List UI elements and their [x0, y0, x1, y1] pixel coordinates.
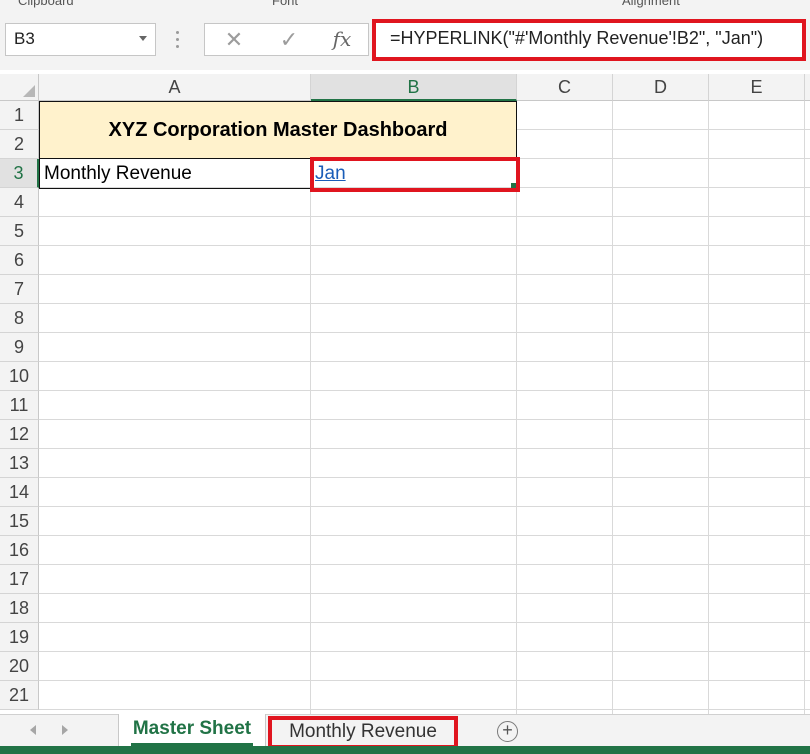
row-header-7[interactable]: 7	[0, 275, 39, 304]
gridline	[39, 448, 810, 449]
row-header-2[interactable]: 2	[0, 130, 39, 159]
formula-buttons: ✕ ✓ fx	[204, 23, 369, 56]
row-header-4[interactable]: 4	[0, 188, 39, 217]
column-header-e[interactable]: E	[709, 74, 805, 101]
row-header-20[interactable]: 20	[0, 652, 39, 681]
gridline	[39, 564, 810, 565]
cancel-icon[interactable]: ✕	[214, 24, 254, 55]
name-box[interactable]: B3	[5, 23, 156, 56]
gridline	[39, 622, 810, 623]
row-header-17[interactable]: 17	[0, 565, 39, 594]
ribbon-group-labels: Clipboard Font Alignment	[0, 0, 810, 12]
cell-a3[interactable]: Monthly Revenue	[39, 159, 311, 189]
sheet-tab-bar: Master Sheet Monthly Revenue +	[0, 714, 810, 749]
column-header-b[interactable]: B	[311, 74, 517, 101]
ribbon-group-clipboard: Clipboard	[18, 0, 74, 8]
gridline	[39, 709, 810, 710]
row-header-19[interactable]: 19	[0, 623, 39, 652]
gridline	[39, 651, 810, 652]
formula-input[interactable]: =HYPERLINK("#'Monthly Revenue'!B2", "Jan…	[372, 19, 806, 61]
formula-text: =HYPERLINK("#'Monthly Revenue'!B2", "Jan…	[390, 28, 764, 48]
column-header-d[interactable]: D	[613, 74, 709, 101]
cell-b3-selected[interactable]: Jan	[310, 157, 520, 192]
column-header-a[interactable]: A	[39, 74, 311, 101]
gridline	[39, 419, 810, 420]
scroll-left-icon[interactable]	[30, 725, 36, 735]
gridline	[39, 680, 810, 681]
worksheet-grid[interactable]: A B C D E 1 2 3 4 5 6 7 8 9 10 11 12 13 …	[0, 70, 810, 714]
enter-icon[interactable]: ✓	[269, 24, 309, 55]
row-header-21[interactable]: 21	[0, 681, 39, 710]
tab-master-sheet[interactable]: Master Sheet	[118, 714, 266, 747]
select-all-icon[interactable]	[0, 74, 39, 101]
tab-monthly-revenue[interactable]: Monthly Revenue	[268, 716, 458, 749]
row-header-11[interactable]: 11	[0, 391, 39, 420]
hyperlink-jan[interactable]: Jan	[315, 163, 346, 185]
ribbon-group-alignment: Alignment	[622, 0, 680, 8]
gridline	[39, 216, 810, 217]
row-header-14[interactable]: 14	[0, 478, 39, 507]
gridline	[39, 390, 810, 391]
column-header-f[interactable]	[805, 74, 810, 101]
row-header-3[interactable]: 3	[0, 159, 39, 188]
gridline	[39, 593, 810, 594]
row-header-13[interactable]: 13	[0, 449, 39, 478]
gridline	[39, 477, 810, 478]
row-header-6[interactable]: 6	[0, 246, 39, 275]
gridline	[39, 361, 810, 362]
dropdown-caret-icon[interactable]	[139, 36, 147, 41]
row-header-15[interactable]: 15	[0, 507, 39, 536]
gridline	[39, 332, 810, 333]
resize-handle[interactable]	[176, 31, 179, 48]
tab-master-sheet-label: Master Sheet	[132, 718, 252, 739]
ribbon-group-font: Font	[272, 0, 299, 8]
add-sheet-icon[interactable]: +	[497, 721, 518, 742]
gridline	[39, 506, 810, 507]
row-header-18[interactable]: 18	[0, 594, 39, 623]
dashboard-title-cell[interactable]: XYZ Corporation Master Dashboard	[39, 101, 517, 159]
function-icon[interactable]: fx	[322, 24, 362, 55]
gridline	[39, 535, 810, 536]
gridline	[39, 303, 810, 304]
gridline	[39, 274, 810, 275]
name-box-value: B3	[14, 29, 35, 48]
row-header-12[interactable]: 12	[0, 420, 39, 449]
fill-handle[interactable]	[511, 183, 516, 188]
row-header-9[interactable]: 9	[0, 333, 39, 362]
status-bar	[0, 746, 810, 754]
row-header-8[interactable]: 8	[0, 304, 39, 333]
row-header-10[interactable]: 10	[0, 362, 39, 391]
row-header-1[interactable]: 1	[0, 101, 39, 130]
formula-bar: B3 ✕ ✓ fx =HYPERLINK("#'Monthly Revenue'…	[0, 12, 810, 70]
scroll-right-icon[interactable]	[62, 725, 68, 735]
row-header-16[interactable]: 16	[0, 536, 39, 565]
gridline	[39, 245, 810, 246]
column-header-c[interactable]: C	[517, 74, 613, 101]
row-header-5[interactable]: 5	[0, 217, 39, 246]
